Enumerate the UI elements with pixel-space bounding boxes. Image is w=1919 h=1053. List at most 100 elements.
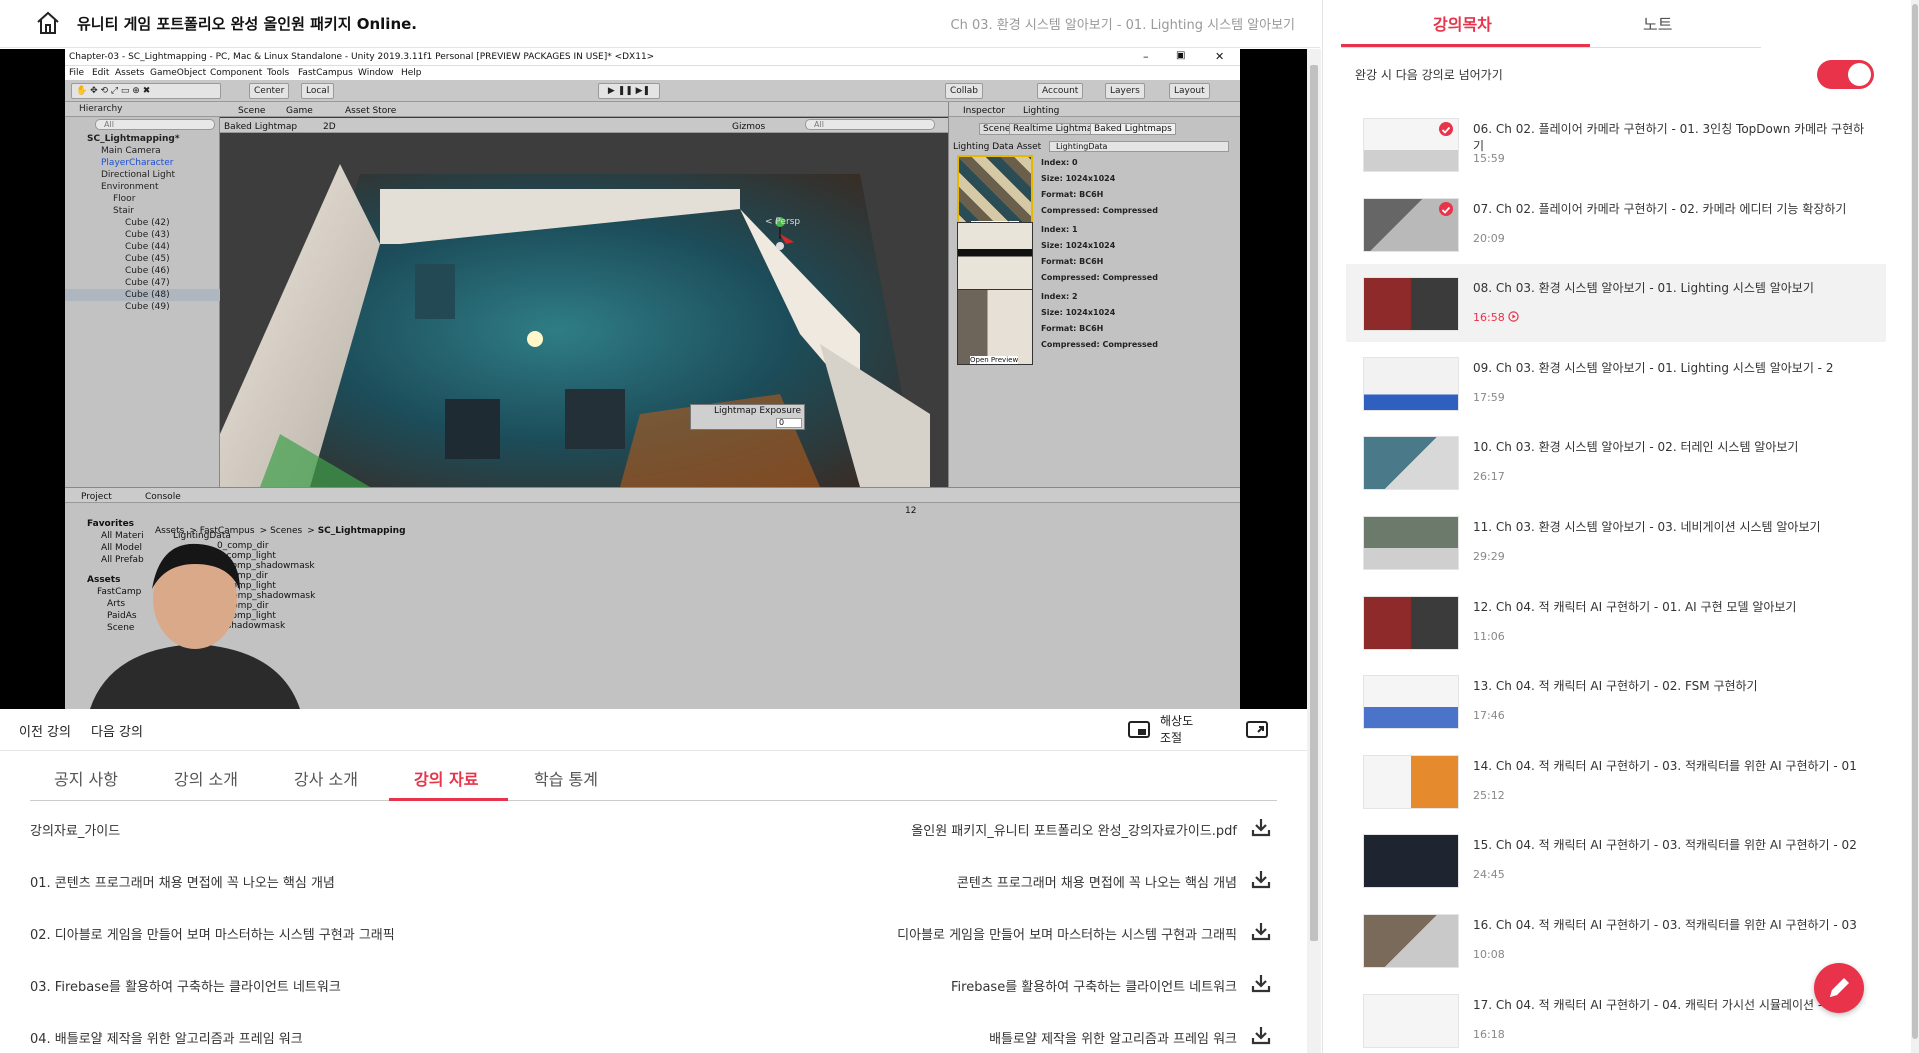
- lightmap-thumb: Open Preview: [957, 222, 1033, 298]
- tab-stats[interactable]: 학습 통계: [534, 766, 598, 790]
- content-tabs: 공지 사항 강의 소개 강사 소개 강의 자료 학습 통계: [30, 752, 1277, 801]
- lesson-item[interactable]: 14. Ch 04. 적 캐릭터 AI 구현하기 - 03. 적캐릭터를 위한 …: [1346, 742, 1886, 820]
- main-scrollbar-thumb[interactable]: [1310, 65, 1318, 941]
- scene-draw-mode: Baked Lightmap: [224, 122, 298, 132]
- hierarchy-item: Cube (46): [125, 266, 170, 276]
- lightmap-index: Index: 0: [1041, 158, 1078, 167]
- maximize-icon: ▣: [1176, 50, 1186, 61]
- resolution-label[interactable]: 해상도 조절: [1160, 713, 1193, 747]
- lesson-item[interactable]: 09. Ch 03. 환경 시스템 알아보기 - 01. Lighting 시스…: [1346, 344, 1886, 422]
- prev-lecture-button[interactable]: 이전 강의: [19, 721, 71, 740]
- sidebar-scrollbar-thumb[interactable]: [1912, 4, 1918, 1039]
- lighting-tab: Lighting: [1023, 106, 1060, 116]
- note-fab-button[interactable]: [1814, 963, 1864, 1013]
- lightmap-compressed: Compressed: Compressed: [1041, 273, 1158, 282]
- lesson-item[interactable]: 12. Ch 04. 적 캐릭터 AI 구현하기 - 01. AI 구현 모델 …: [1346, 583, 1886, 661]
- active-tab-indicator: [389, 798, 508, 801]
- lesson-duration: 16:58: [1473, 311, 1519, 324]
- video-player[interactable]: Chapter-03 - SC_Lightmapping - PC, Mac &…: [0, 49, 1307, 709]
- unity-layers: Layers: [1105, 83, 1145, 99]
- lesson-thumbnail: [1363, 596, 1459, 650]
- check-icon: [1439, 122, 1453, 136]
- lesson-duration: 10:08: [1473, 948, 1505, 961]
- unity-layout: Layout: [1169, 83, 1210, 99]
- lesson-item[interactable]: 07. Ch 02. 플레이어 카메라 구현하기 - 02. 카메라 에디터 기…: [1346, 185, 1886, 263]
- material-file-link[interactable]: Firebase를 활용하여 구축하는 클라이언트 네트워크: [951, 976, 1237, 995]
- home-icon[interactable]: [35, 10, 61, 36]
- autoplay-toggle[interactable]: [1817, 60, 1874, 89]
- tab-instructor[interactable]: 강사 소개: [294, 766, 358, 790]
- lightmap-format: Format: BC6H: [1041, 190, 1104, 199]
- console-tab: Console: [145, 492, 181, 502]
- material-name: 04. 배틀로얄 제작을 위한 알고리즘과 프레임 워크: [30, 1032, 303, 1047]
- lesson-thumbnail: [1363, 755, 1459, 809]
- presenter-webcam: [90, 543, 300, 709]
- fullscreen-icon[interactable]: [1246, 720, 1268, 740]
- lesson-item[interactable]: 17. Ch 04. 적 캐릭터 AI 구현하기 - 04. 캐릭터 가시선 시…: [1346, 981, 1886, 1053]
- material-row: 02. 디아블로 게임을 만들어 보며 마스터하는 시스템 구현과 그래픽 디아…: [30, 906, 1272, 958]
- unity-menu-file: File: [69, 68, 85, 78]
- lesson-duration-text: 25:12: [1473, 789, 1505, 802]
- autoplay-label: 완강 시 다음 강의로 넘어가기: [1355, 68, 1503, 82]
- unity-hierarchy-panel: Hierarchy All SC_Lightmapping* Main Came…: [65, 102, 220, 487]
- lightmap-thumb: Open Preview: [957, 289, 1033, 365]
- material-file-link[interactable]: 콘텐츠 프로그래머 채용 면접에 꼭 나오는 핵심 개념: [957, 872, 1237, 891]
- next-lecture-button[interactable]: 다음 강의: [91, 721, 143, 740]
- lecture-nav-bar: 이전 강의 다음 강의 해상도 조절: [0, 709, 1307, 751]
- hierarchy-item: SC_Lightmapping*: [87, 134, 180, 144]
- material-file-link[interactable]: 배틀로얄 제작을 위한 알고리즘과 프레임 워크: [989, 1028, 1237, 1047]
- material-name: 02. 디아블로 게임을 만들어 보며 마스터하는 시스템 구현과 그래픽: [30, 928, 395, 943]
- lesson-title: 08. Ch 03. 환경 시스템 알아보기 - 01. Lighting 시스…: [1473, 281, 1814, 295]
- lesson-duration-text: 24:45: [1473, 868, 1505, 881]
- lightmap-index: Index: 2: [1041, 292, 1078, 301]
- material-file-link[interactable]: 디아블로 게임을 만들어 보며 마스터하는 시스템 구현과 그래픽: [897, 924, 1237, 943]
- hierarchy-search: All: [95, 119, 215, 130]
- lightmap-index: Index: 1: [1041, 225, 1078, 234]
- lesson-item[interactable]: 06. Ch 02. 플레이어 카메라 구현하기 - 01. 3인칭 TopDo…: [1346, 105, 1886, 183]
- sidebar-scrollbar[interactable]: [1911, 0, 1919, 1053]
- unity-collab: Collab: [945, 83, 984, 99]
- breadcrumb-item: SC_Lightmapping: [317, 526, 406, 536]
- lesson-title: 07. Ch 02. 플레이어 카메라 구현하기 - 02. 카메라 에디터 기…: [1473, 202, 1847, 216]
- asset-store-tab: Asset Store: [345, 106, 397, 116]
- download-icon[interactable]: [1250, 1024, 1272, 1046]
- autoplay-toggle-knob: [1848, 63, 1871, 86]
- hierarchy-item: Cube (42): [125, 218, 170, 228]
- tab-notice[interactable]: 공지 사항: [54, 766, 118, 790]
- hierarchy-item: Cube (43): [125, 230, 170, 240]
- hierarchy-item: Cube (45): [125, 254, 170, 264]
- pencil-icon: [1830, 978, 1849, 997]
- lesson-item[interactable]: 15. Ch 04. 적 캐릭터 AI 구현하기 - 03. 적캐릭터를 위한 …: [1346, 821, 1886, 899]
- lesson-duration-text: 16:18: [1473, 1028, 1505, 1041]
- download-icon[interactable]: [1250, 868, 1272, 890]
- download-icon[interactable]: [1250, 920, 1272, 942]
- lightmap-format: Format: BC6H: [1041, 257, 1104, 266]
- lesson-title: 16. Ch 04. 적 캐릭터 AI 구현하기 - 03. 적캐릭터를 위한 …: [1473, 918, 1857, 932]
- material-file-link[interactable]: 올인원 패키지_유니티 포트폴리오 완성_강의자료가이드.pdf: [911, 820, 1237, 839]
- material-name: 강의자료_가이드: [30, 824, 121, 839]
- lesson-item[interactable]: 10. Ch 03. 환경 시스템 알아보기 - 02. 터레인 시스템 알아보…: [1346, 423, 1886, 501]
- lesson-item[interactable]: 08. Ch 03. 환경 시스템 알아보기 - 01. Lighting 시스…: [1346, 264, 1886, 342]
- download-icon[interactable]: [1250, 816, 1272, 838]
- lesson-duration-text: 29:29: [1473, 550, 1505, 563]
- lightmap-info: Index: 0 Size: 1024x1024 Format: BC6H Co…: [1041, 155, 1158, 219]
- lesson-item[interactable]: 11. Ch 03. 환경 시스템 알아보기 - 03. 네비게이션 시스템 알…: [1346, 503, 1886, 581]
- lightmap-compressed: Compressed: Compressed: [1041, 206, 1158, 215]
- tab-intro[interactable]: 강의 소개: [174, 766, 238, 790]
- main-scrollbar[interactable]: [1307, 49, 1321, 1053]
- hierarchy-item: Environment: [101, 182, 159, 192]
- check-icon: [1439, 202, 1453, 216]
- resolution-icon[interactable]: [1128, 720, 1150, 740]
- tab-materials[interactable]: 강의 자료: [414, 766, 478, 790]
- download-icon[interactable]: [1250, 972, 1272, 994]
- lesson-item[interactable]: 16. Ch 04. 적 캐릭터 AI 구현하기 - 03. 적캐릭터를 위한 …: [1346, 901, 1886, 979]
- material-name: 03. Firebase를 활용하여 구축하는 클라이언트 네트워크: [30, 980, 341, 995]
- unity-window-title: Chapter-03 - SC_Lightmapping - PC, Mac &…: [69, 52, 655, 62]
- lightmap-info: Index: 1 Size: 1024x1024 Format: BC6H Co…: [1041, 222, 1158, 286]
- game-tab: Game: [286, 106, 313, 116]
- tab-curriculum[interactable]: 강의목차: [1433, 11, 1492, 35]
- lesson-duration: 24:45: [1473, 868, 1505, 881]
- lesson-item[interactable]: 13. Ch 04. 적 캐릭터 AI 구현하기 - 02. FSM 구현하기 1…: [1346, 662, 1886, 740]
- tab-notes[interactable]: 노트: [1643, 11, 1672, 35]
- unity-scene-panel: Scene Game Asset Store Baked Lightmap 2D…: [220, 102, 948, 487]
